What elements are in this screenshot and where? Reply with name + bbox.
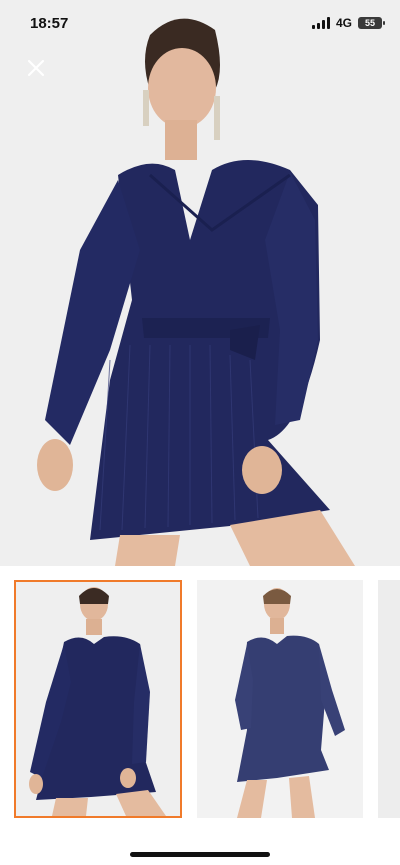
battery-level: 55 xyxy=(364,18,375,28)
thumbnail-2[interactable] xyxy=(197,580,363,818)
thumbnail-3[interactable] xyxy=(378,580,400,818)
close-button[interactable] xyxy=(24,56,48,80)
close-icon xyxy=(27,59,45,77)
main-product-image xyxy=(0,0,400,566)
thumbnail-1-image xyxy=(16,582,180,816)
thumbnail-strip[interactable] xyxy=(0,580,400,818)
dress-illustration xyxy=(0,0,400,566)
battery-icon: 55 xyxy=(358,17,385,29)
status-bar: 18:57 4G 55 xyxy=(0,0,400,46)
status-indicators: 4G 55 xyxy=(311,16,385,30)
thumbnail-3-image xyxy=(378,580,400,818)
status-time: 18:57 xyxy=(30,14,69,32)
thumbnail-1[interactable] xyxy=(14,580,182,818)
thumbnail-2-image xyxy=(197,580,363,818)
network-type: 4G xyxy=(335,16,352,30)
cellular-signal-icon xyxy=(311,17,330,29)
home-indicator[interactable] xyxy=(130,852,270,857)
